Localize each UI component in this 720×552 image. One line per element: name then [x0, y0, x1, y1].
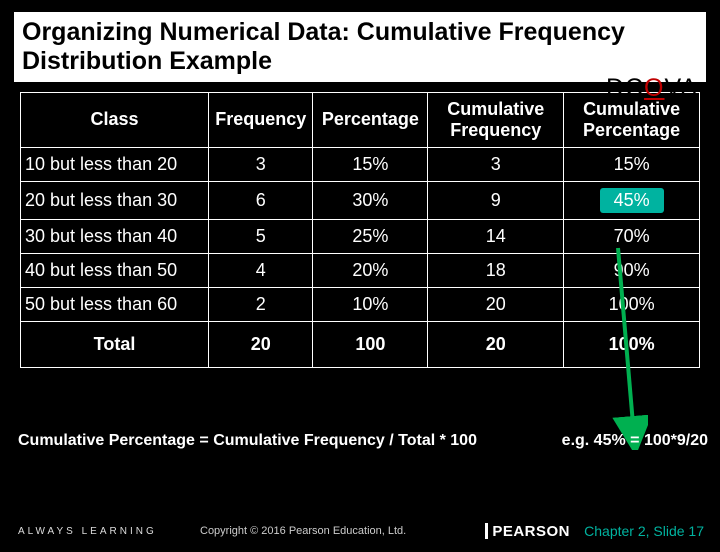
table-row: 30 but less than 40525%1470%	[21, 219, 700, 253]
cell-pct: 15%	[313, 147, 428, 181]
dcova-hot: O	[644, 74, 664, 102]
cell-class: 20 but less than 30	[21, 181, 209, 219]
highlight-badge: 45%	[600, 188, 664, 213]
cell-cpct: 15%	[564, 147, 700, 181]
table-row: 50 but less than 60210%20100%	[21, 287, 700, 321]
cell-pct: 10%	[313, 287, 428, 321]
dcova-pre: DC	[606, 74, 644, 102]
pearson-text: PEARSON	[492, 523, 570, 540]
pearson-logo: PEARSON	[485, 523, 570, 540]
formula-example: e.g. 45% = 100*9/20	[562, 432, 708, 450]
table-row: 40 but less than 50420%1890%	[21, 253, 700, 287]
frequency-table: Class Frequency Percentage Cumulative Fr…	[20, 92, 700, 368]
col-class: Class	[21, 92, 209, 147]
chapter-label: Chapter 2, Slide 17	[584, 523, 704, 539]
cell-total-cfreq: 20	[428, 321, 564, 367]
cell-total-label: Total	[21, 321, 209, 367]
always-learning: ALWAYS LEARNING	[18, 526, 157, 537]
cell-cfreq: 3	[428, 147, 564, 181]
cell-pct: 20%	[313, 253, 428, 287]
dcova-tag: DCOVA	[606, 74, 698, 103]
cell-class: 10 but less than 20	[21, 147, 209, 181]
cell-class: 50 but less than 60	[21, 287, 209, 321]
cell-class: 40 but less than 50	[21, 253, 209, 287]
slide-title: Organizing Numerical Data: Cumulative Fr…	[22, 18, 698, 76]
cell-cfreq: 14	[428, 219, 564, 253]
cell-freq: 6	[209, 181, 313, 219]
title-area: Organizing Numerical Data: Cumulative Fr…	[14, 12, 706, 82]
col-cum-freq: Cumulative Frequency	[428, 92, 564, 147]
table-row: 10 but less than 20315%315%	[21, 147, 700, 181]
cell-cpct: 100%	[564, 287, 700, 321]
formula-row: Cumulative Percentage = Cumulative Frequ…	[18, 432, 708, 450]
cell-freq: 3	[209, 147, 313, 181]
cell-freq: 4	[209, 253, 313, 287]
cell-cpct: 90%	[564, 253, 700, 287]
copyright: Copyright © 2016 Pearson Education, Ltd.	[200, 525, 406, 537]
cell-cpct: 70%	[564, 219, 700, 253]
cell-cfreq: 20	[428, 287, 564, 321]
pearson-bar-icon	[485, 523, 488, 539]
footer: ALWAYS LEARNING Copyright © 2016 Pearson…	[0, 510, 720, 552]
table-row: 20 but less than 30630%9 45%	[21, 181, 700, 219]
cell-pct: 30%	[313, 181, 428, 219]
col-frequency: Frequency	[209, 92, 313, 147]
cell-total-cpct: 100%	[564, 321, 700, 367]
cell-total-freq: 20	[209, 321, 313, 367]
cell-cfreq: 18	[428, 253, 564, 287]
cell-class: 30 but less than 40	[21, 219, 209, 253]
cell-cfreq: 9	[428, 181, 564, 219]
cell-total-pct: 100	[313, 321, 428, 367]
cell-freq: 2	[209, 287, 313, 321]
formula-text: Cumulative Percentage = Cumulative Frequ…	[18, 432, 477, 450]
table-header-row: Class Frequency Percentage Cumulative Fr…	[21, 92, 700, 147]
col-percentage: Percentage	[313, 92, 428, 147]
dcova-post: VA	[665, 74, 699, 102]
cell-pct: 25%	[313, 219, 428, 253]
cell-freq: 5	[209, 219, 313, 253]
cell-cpct: 45%	[564, 181, 700, 219]
table-total-row: Total2010020100%	[21, 321, 700, 367]
